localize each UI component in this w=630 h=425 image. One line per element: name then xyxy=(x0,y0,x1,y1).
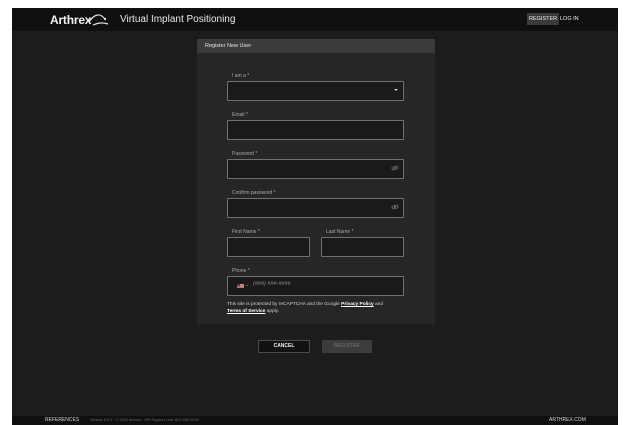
recaptcha-text-and: and xyxy=(373,302,384,307)
brand-name: Arthrex xyxy=(50,13,92,27)
privacy-policy-link[interactable]: Privacy Policy xyxy=(341,302,374,307)
us-flag-icon[interactable] xyxy=(237,284,244,288)
chevron-down-icon xyxy=(394,89,398,91)
phone-field[interactable]: (###) ###-#### xyxy=(227,276,404,296)
register-form-panel: Register New User I am a * Email * Passw… xyxy=(197,39,435,324)
eye-off-icon[interactable] xyxy=(391,204,399,210)
panel-header: Register New User xyxy=(197,39,435,53)
first-name-label: First Name * xyxy=(232,229,260,235)
phone-label: Phone * xyxy=(232,268,250,274)
recaptcha-text: This site is protected by reCAPTCHA and … xyxy=(227,302,342,307)
confirm-password-field[interactable] xyxy=(227,198,404,218)
nav-register-link[interactable]: REGISTER xyxy=(527,13,560,25)
register-button[interactable]: REGISTER xyxy=(322,340,372,353)
phone-placeholder: (###) ###-#### xyxy=(253,281,291,287)
country-chevron-icon[interactable] xyxy=(246,285,248,286)
arthrex-site-link[interactable]: ARTHREX.COM xyxy=(549,417,586,423)
role-select[interactable] xyxy=(227,81,404,101)
footer: REFERENCES Version 8.0.0 · © 2024 Arthre… xyxy=(12,416,618,425)
last-name-label: Last Name * xyxy=(326,229,354,235)
cancel-button[interactable]: CANCEL xyxy=(258,340,310,353)
app-window: Arthrex Virtual Implant Positioning REGI… xyxy=(12,8,618,425)
email-label: Email * xyxy=(232,112,248,118)
brand-swoosh-icon xyxy=(88,14,109,26)
password-field[interactable] xyxy=(227,159,404,179)
password-label: Password * xyxy=(232,151,258,157)
top-bar: Arthrex Virtual Implant Positioning REGI… xyxy=(12,8,618,31)
product-name: Virtual Implant Positioning xyxy=(120,14,236,25)
footer-info: Version 8.0.0 · © 2024 Arthrex · VIP Sup… xyxy=(90,418,199,422)
form-title: Register New User xyxy=(205,43,252,49)
recaptcha-text-end: apply. xyxy=(265,309,280,314)
eye-off-icon[interactable] xyxy=(391,165,399,171)
last-name-field[interactable] xyxy=(321,237,404,257)
email-field[interactable] xyxy=(227,120,404,140)
role-label: I am a * xyxy=(232,73,250,79)
references-link[interactable]: REFERENCES xyxy=(45,417,79,423)
terms-of-service-link[interactable]: Terms of Service xyxy=(227,309,265,314)
recaptcha-notice: This site is protected by reCAPTCHA and … xyxy=(227,301,407,315)
first-name-field[interactable] xyxy=(227,237,310,257)
confirm-password-label: Confirm password * xyxy=(232,190,276,196)
nav-login-link[interactable]: LOG IN xyxy=(560,13,579,25)
